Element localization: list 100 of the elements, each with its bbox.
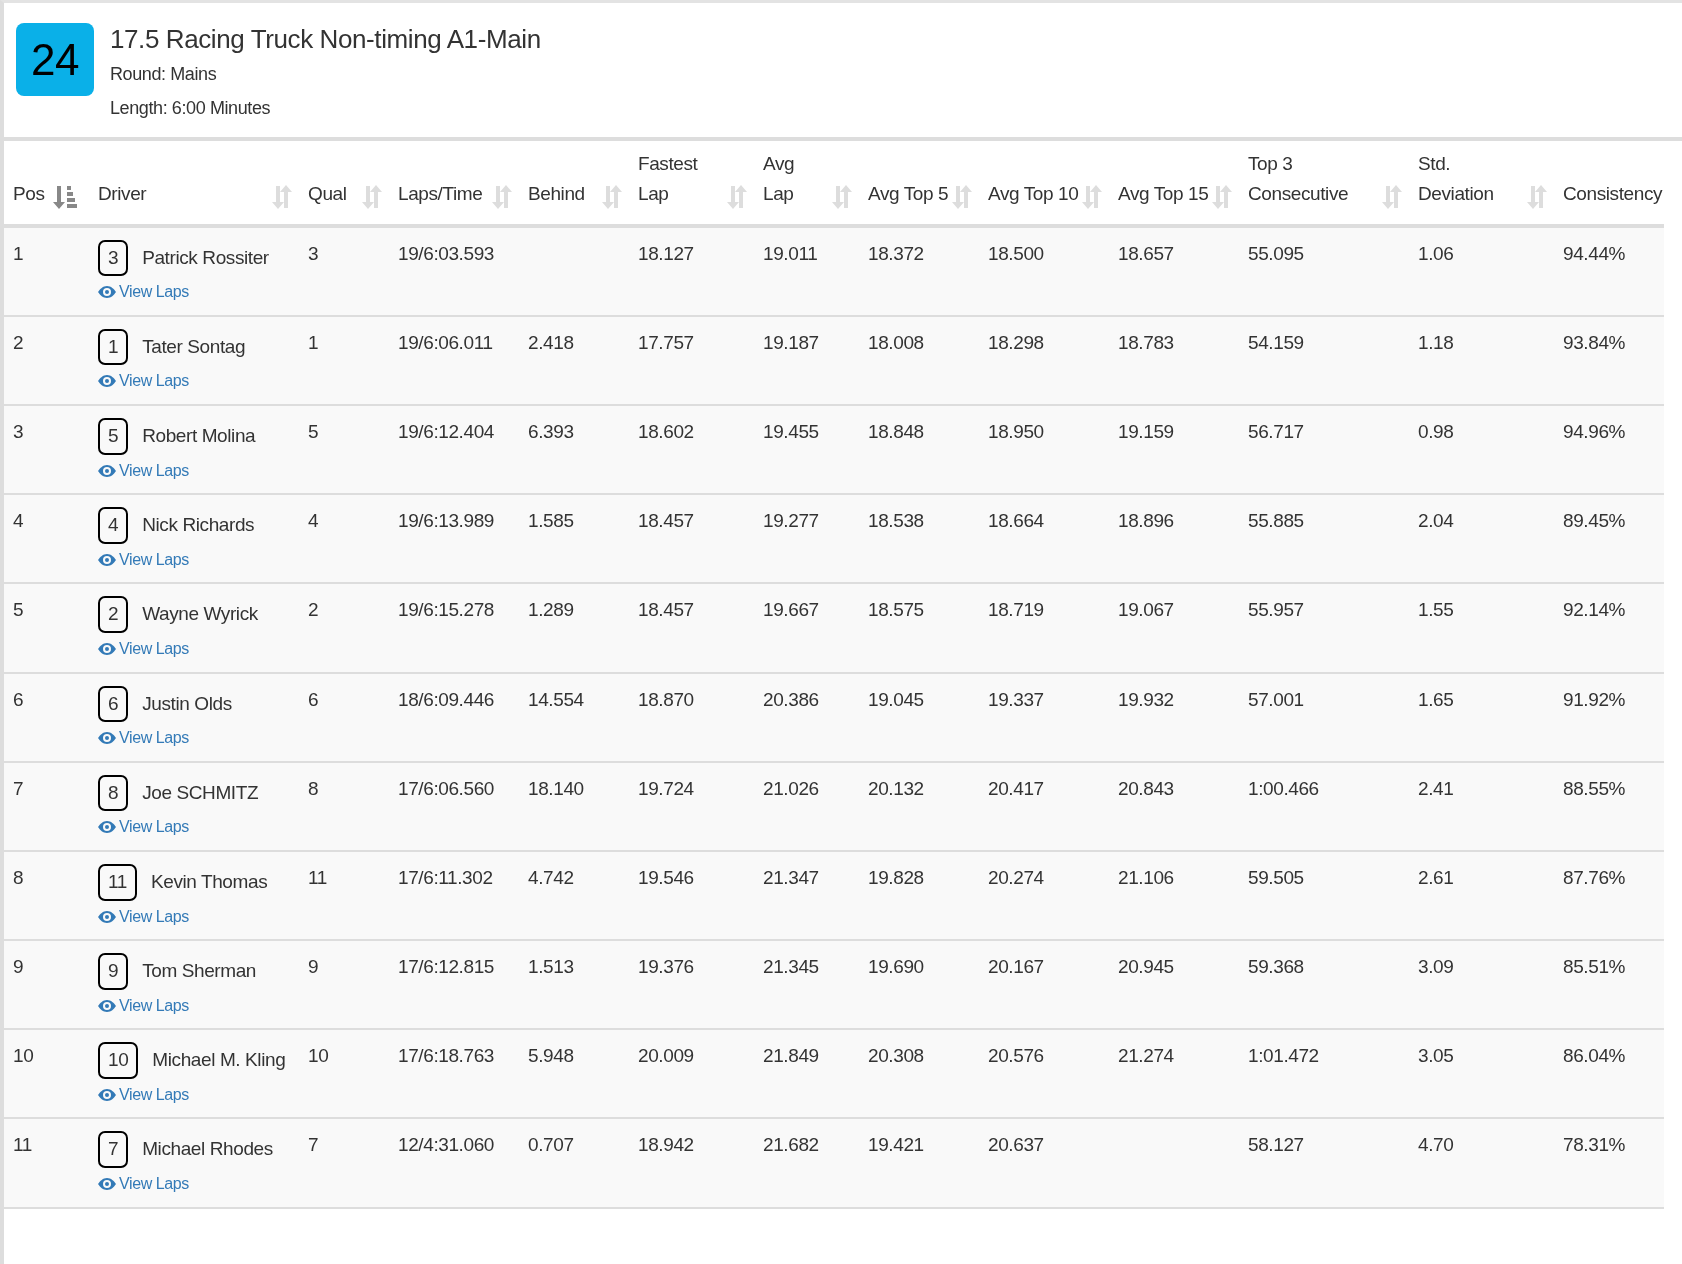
view-laps-link[interactable]: View Laps: [98, 1172, 189, 1197]
table-cell: 19.667: [763, 599, 819, 621]
view-laps-link[interactable]: View Laps: [98, 815, 189, 840]
column-header[interactable]: Qual: [308, 179, 347, 210]
driver-name: Robert Molina: [142, 424, 256, 446]
column-header[interactable]: Pos: [13, 179, 45, 210]
table-cell: 1.585: [528, 510, 574, 532]
column-header[interactable]: Avg Lap: [763, 148, 829, 210]
table-cell: 86.04%: [1563, 1045, 1626, 1067]
table-cell: 21.347: [763, 866, 819, 888]
table-cell: 3.05: [1418, 1045, 1454, 1067]
table-cell: 20.945: [1118, 956, 1174, 978]
table-cell: 2.418: [528, 331, 574, 353]
table-cell: 4: [13, 510, 24, 532]
sort-arrows-icon[interactable]: [1381, 183, 1405, 210]
table-cell: 7: [13, 777, 24, 799]
driver-name: Nick Richards: [142, 514, 255, 536]
sort-arrows-icon[interactable]: [831, 183, 855, 210]
table-cell: 20.843: [1118, 777, 1174, 799]
table-cell: 18.008: [868, 331, 924, 353]
sort-arrows-icon[interactable]: [1081, 183, 1105, 210]
table-cell: 1: [13, 242, 24, 264]
table-cell: 0.98: [1418, 420, 1454, 442]
column-header[interactable]: Avg Top 10: [988, 179, 1079, 210]
sort-arrows-icon[interactable]: [271, 183, 295, 210]
driver-name: Wayne Wyrick: [142, 603, 258, 625]
view-laps-link[interactable]: View Laps: [98, 547, 189, 572]
sort-arrows-icon[interactable]: [726, 183, 750, 210]
table-cell: 3.09: [1418, 956, 1454, 978]
column-header[interactable]: Top 3 Consecutive: [1248, 148, 1379, 210]
view-laps-link[interactable]: View Laps: [98, 726, 189, 751]
table-cell: 4.742: [528, 866, 574, 888]
table-cell: 8: [308, 777, 319, 799]
eye-icon: [98, 910, 116, 923]
table-cell: 14.554: [528, 688, 584, 710]
table-cell: 19/6:13.989: [398, 510, 494, 532]
view-laps-link[interactable]: View Laps: [98, 369, 189, 394]
view-laps-link[interactable]: View Laps: [98, 993, 189, 1018]
view-laps-link[interactable]: View Laps: [98, 904, 189, 929]
eye-icon: [98, 821, 116, 834]
column-header[interactable]: Behind: [528, 179, 585, 210]
table-cell: 1:01.472: [1248, 1045, 1319, 1067]
driver-name: Kevin Thomas: [150, 870, 268, 892]
view-laps-link[interactable]: View Laps: [98, 280, 189, 305]
sort-arrows-icon[interactable]: [491, 183, 515, 210]
race-length: Length: 6:00 Minutes: [110, 96, 272, 120]
view-laps-link[interactable]: View Laps: [98, 1082, 189, 1107]
table-cell: 19.011: [763, 242, 818, 264]
table-cell: 59.368: [1248, 956, 1304, 978]
sort-arrows-icon[interactable]: [601, 183, 625, 210]
table-cell: 2.61: [1418, 866, 1454, 888]
eye-icon: [98, 1088, 116, 1101]
table-cell: 18.457: [638, 510, 694, 532]
table-cell: 1.55: [1418, 599, 1454, 621]
column-header[interactable]: Consistency: [1563, 179, 1663, 210]
driver-name: Joe SCHMITZ: [142, 781, 259, 803]
car-number-badge: 8: [98, 774, 129, 812]
table-cell: 58.127: [1248, 1134, 1304, 1156]
table-cell: 18.783: [1118, 331, 1174, 353]
sort-arrows-icon[interactable]: [951, 183, 975, 210]
table-cell: 57.001: [1248, 688, 1304, 710]
table-cell: 55.885: [1248, 510, 1304, 532]
table-cell: 9: [13, 956, 24, 978]
race-number-badge: 24: [16, 23, 94, 96]
table-cell: 91.92%: [1563, 688, 1626, 710]
table-cell: 18.896: [1118, 510, 1174, 532]
sort-arrows-icon[interactable]: [361, 183, 385, 210]
view-laps-link[interactable]: View Laps: [98, 458, 189, 483]
sort-arrows-icon[interactable]: [1211, 183, 1235, 210]
table-cell: 17/6:06.560: [398, 777, 494, 799]
table-cell: 19.277: [763, 510, 819, 532]
sort-arrows-icon[interactable]: [1526, 183, 1550, 210]
table-cell: 19/6:12.404: [398, 420, 494, 442]
table-cell: 11: [13, 1134, 32, 1156]
table-cell: 17/6:11.302: [398, 866, 493, 888]
table-cell: 20.009: [638, 1045, 694, 1067]
table-cell: 18.602: [638, 420, 694, 442]
column-header[interactable]: Avg Top 15: [1118, 179, 1209, 210]
car-number-badge: 4: [98, 507, 129, 544]
table-cell: 18.298: [988, 331, 1044, 353]
table-cell: 20.167: [988, 956, 1044, 978]
column-header[interactable]: Driver: [98, 179, 147, 210]
view-laps-link[interactable]: View Laps: [98, 637, 189, 661]
column-header[interactable]: Laps/Time: [398, 179, 483, 210]
table-cell: 18/6:09.446: [398, 688, 494, 710]
car-number-badge: 9: [98, 953, 129, 990]
sort-descending-icon[interactable]: [52, 183, 79, 210]
table-cell: 94.96%: [1563, 420, 1626, 442]
table-cell: 18.372: [868, 242, 924, 264]
table-cell: 55.095: [1248, 242, 1304, 264]
table-cell: 20.576: [988, 1045, 1044, 1067]
table-cell: 19.932: [1118, 688, 1174, 710]
column-header[interactable]: Fastest Lap: [638, 148, 724, 210]
column-header[interactable]: Std. Deviation: [1418, 148, 1524, 210]
column-header[interactable]: Avg Top 5: [868, 179, 949, 210]
table-cell: 3: [308, 242, 319, 264]
table-cell: 19.067: [1118, 599, 1174, 621]
driver-name: Michael Rhodes: [142, 1138, 273, 1160]
table-cell: 18.950: [988, 420, 1044, 442]
table-cell: 18.457: [638, 599, 694, 621]
